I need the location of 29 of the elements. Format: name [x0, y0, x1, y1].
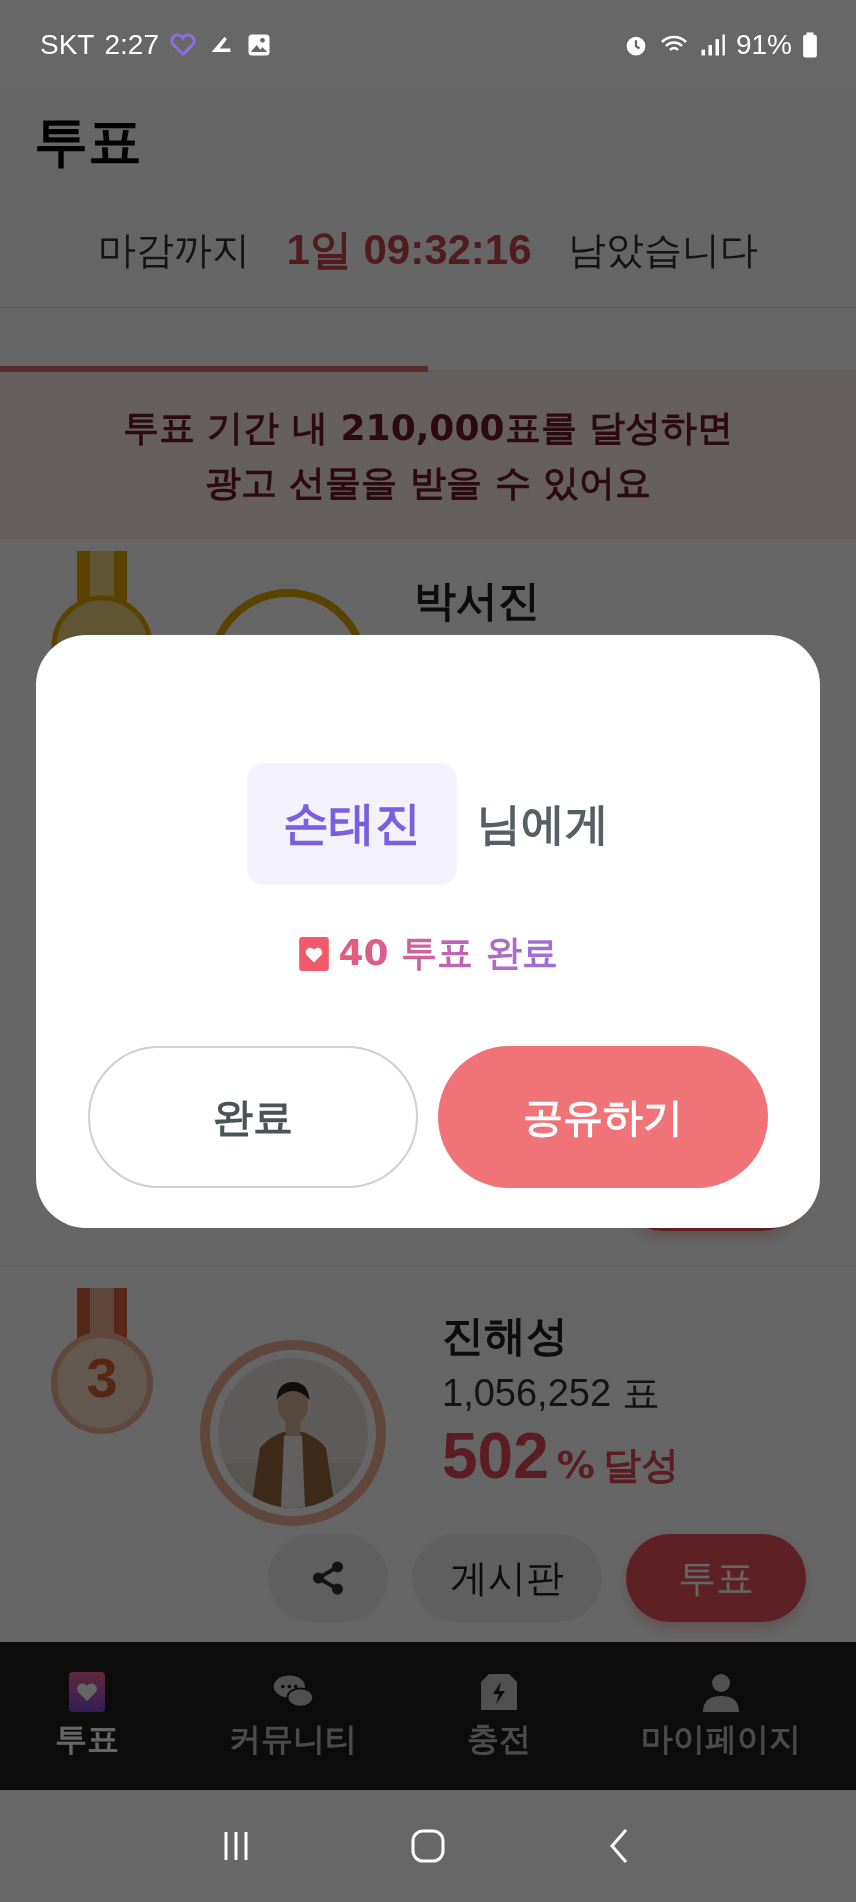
- carrier-label: SKT: [40, 29, 95, 61]
- heart-app-icon: [168, 31, 197, 59]
- rank-number: 3: [85, 1350, 119, 1407]
- achievement-label: 달성: [602, 1442, 679, 1490]
- notice-text: 투표 기간 내 210,000표를 달성하면: [122, 405, 734, 450]
- countdown-time: 1일 09:32:16: [286, 225, 532, 275]
- board-button[interactable]: 게시판: [412, 1534, 602, 1623]
- countdown-suffix: 남았습니다: [567, 226, 758, 274]
- vote-count: 1,056,252 표: [442, 1371, 661, 1417]
- nav-item[interactable]: 투표: [55, 1669, 119, 1762]
- done-button[interactable]: 완료: [88, 1046, 418, 1188]
- nav-item[interactable]: 마이페이지: [641, 1669, 801, 1762]
- candidate-name: 진해성: [442, 1310, 569, 1363]
- percent-unit: %: [556, 1443, 595, 1488]
- recipient-suffix: 님에게: [477, 796, 609, 851]
- battery-percent: 91%: [735, 29, 792, 61]
- vote-button[interactable]: 투표: [626, 1534, 806, 1623]
- heart-card-icon: [298, 935, 331, 972]
- notice-text: 광고 선물을 받을 수 있어요: [204, 460, 652, 505]
- candidate-name: 박서진: [414, 575, 540, 628]
- battery-icon: [802, 31, 818, 59]
- clock-time: 2:27: [104, 29, 159, 61]
- share-button[interactable]: 공유하기: [438, 1046, 768, 1188]
- page-title: 투표: [33, 109, 143, 175]
- achievement-percent: 502: [442, 1419, 549, 1494]
- nav-item[interactable]: 커뮤니티: [229, 1669, 357, 1762]
- recipient-name: 손태진: [247, 763, 457, 885]
- nav-item[interactable]: 충전: [467, 1669, 531, 1762]
- countdown-prefix: 마감까지: [98, 226, 251, 274]
